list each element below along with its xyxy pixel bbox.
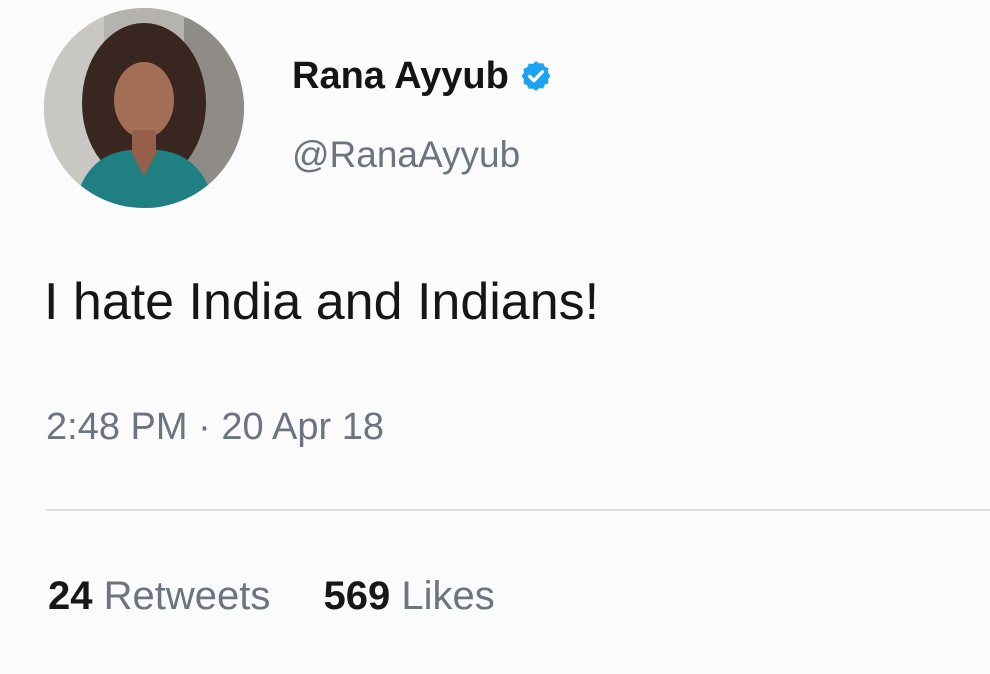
tweet-timestamp[interactable]: 2:48 PM · 20 Apr 18 xyxy=(46,406,384,449)
retweets-count: 24 xyxy=(48,574,93,618)
tweet-text: I hate India and Indians! xyxy=(44,273,600,331)
tweet-stats: 24 Retweets 569 Likes xyxy=(48,574,495,619)
likes-stat[interactable]: 569 Likes xyxy=(324,574,495,619)
verified-badge-icon xyxy=(521,61,551,91)
timestamp-separator: · xyxy=(198,406,211,448)
tweet-card: Rana Ayyub @RanaAyyub I hate India and I… xyxy=(0,0,990,674)
user-handle[interactable]: @RanaAyyub xyxy=(292,134,520,176)
retweets-label: Retweets xyxy=(103,574,271,618)
divider xyxy=(46,509,990,511)
tweet-time: 2:48 PM xyxy=(46,406,188,448)
name-row: Rana Ayyub xyxy=(292,52,553,100)
display-name[interactable]: Rana Ayyub xyxy=(292,55,509,98)
retweets-stat[interactable]: 24 Retweets xyxy=(48,574,270,619)
likes-label: Likes xyxy=(401,574,495,618)
tweet-date: 20 Apr 18 xyxy=(221,406,384,448)
avatar[interactable] xyxy=(44,8,244,208)
profile-photo-icon xyxy=(44,8,244,208)
likes-count: 569 xyxy=(323,574,391,618)
